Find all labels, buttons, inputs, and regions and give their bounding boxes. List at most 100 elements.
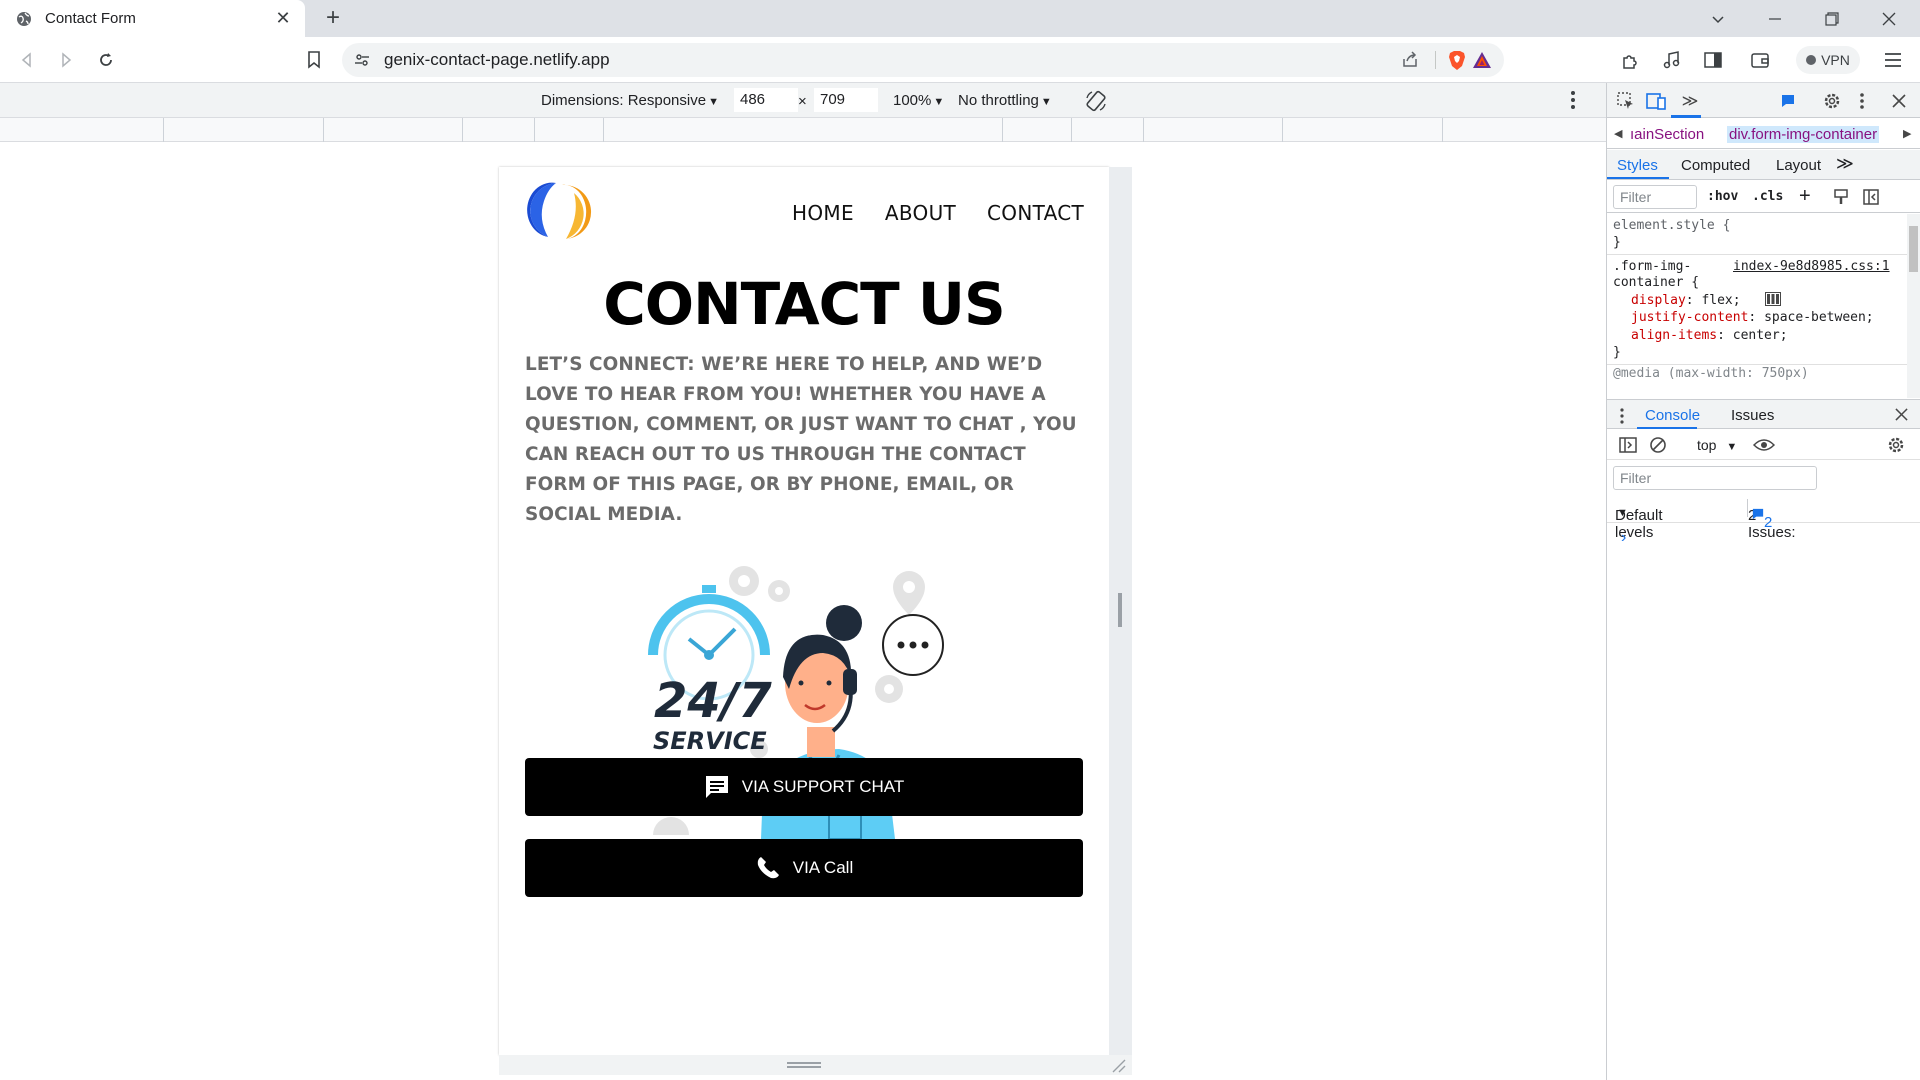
new-tab-button[interactable]: + bbox=[320, 4, 346, 31]
scrollbar-thumb[interactable] bbox=[1909, 226, 1918, 272]
minimize-icon[interactable] bbox=[1747, 0, 1803, 37]
more-tabs-icon[interactable]: ≫ bbox=[1679, 90, 1701, 112]
css-property: display bbox=[1631, 293, 1686, 308]
stylesheet-link[interactable]: index-9e8d8985.css:1 bbox=[1733, 259, 1890, 274]
rule-selector[interactable]: .form-img- bbox=[1613, 259, 1691, 274]
reload-icon[interactable] bbox=[92, 46, 120, 74]
css-value: space-between; bbox=[1764, 310, 1874, 325]
dimensions-dropdown[interactable]: Dimensions: Responsive ▼ bbox=[541, 92, 719, 109]
console-settings-gear-icon[interactable] bbox=[1887, 436, 1905, 454]
restore-icon[interactable] bbox=[1804, 0, 1860, 37]
menu-icon[interactable] bbox=[1882, 49, 1904, 71]
element-style-rule[interactable]: element.style { bbox=[1613, 218, 1730, 233]
close-drawer-icon[interactable] bbox=[1895, 408, 1908, 421]
rule-close-brace: } bbox=[1613, 235, 1621, 250]
viewport-resize-handle[interactable] bbox=[1109, 167, 1132, 1055]
url-text[interactable]: genix-contact-page.netlify.app bbox=[384, 50, 610, 70]
call-button[interactable]: VIA Call bbox=[525, 839, 1083, 897]
forward-icon[interactable] bbox=[52, 46, 80, 74]
ruler-tick bbox=[1143, 118, 1144, 142]
breadcrumb-scroll-left-icon[interactable]: ◀ bbox=[1614, 127, 1622, 140]
service-hours-text: 24/7 bbox=[654, 673, 772, 729]
hov-toggle[interactable]: :hov bbox=[1707, 189, 1738, 204]
brave-shields-icon[interactable] bbox=[1446, 49, 1468, 71]
service-label-text: SERVICE bbox=[653, 727, 767, 755]
issues-badge-icon[interactable] bbox=[1777, 90, 1799, 112]
caret-down-icon: ▼ bbox=[933, 96, 945, 108]
inspect-element-icon[interactable] bbox=[1615, 90, 1637, 112]
styles-scrollbar[interactable] bbox=[1907, 214, 1920, 398]
drawer-more-icon[interactable] bbox=[1619, 408, 1625, 424]
site-settings-icon[interactable] bbox=[354, 52, 370, 68]
ruler-tick bbox=[163, 118, 164, 142]
issue-icon bbox=[1752, 508, 1764, 520]
back-icon[interactable] bbox=[13, 46, 41, 74]
clear-console-icon[interactable] bbox=[1649, 436, 1667, 454]
nav-home[interactable]: HOME bbox=[792, 201, 854, 225]
tab-styles[interactable]: Styles bbox=[1617, 157, 1658, 174]
context-label: top bbox=[1697, 437, 1717, 453]
sidebar-icon[interactable] bbox=[1702, 49, 1724, 71]
more-subtabs-icon[interactable]: ≫ bbox=[1836, 154, 1854, 174]
breadcrumb-item-selected[interactable]: div.form-img-container bbox=[1727, 126, 1880, 143]
console-prompt[interactable]: › bbox=[1621, 529, 1626, 547]
omnibox-divider bbox=[1435, 51, 1436, 69]
paint-icon[interactable] bbox=[1833, 189, 1849, 205]
tab-console[interactable]: Console bbox=[1645, 407, 1700, 424]
toggle-sidebar-icon[interactable] bbox=[1863, 189, 1879, 205]
styles-filter-input[interactable]: Filter bbox=[1613, 185, 1697, 209]
new-rule-icon[interactable]: + bbox=[1799, 185, 1811, 208]
close-window-icon[interactable] bbox=[1861, 0, 1917, 37]
nav-contact[interactable]: CONTACT bbox=[987, 201, 1084, 225]
corner-resize-icon[interactable] bbox=[1110, 1057, 1126, 1073]
device-toggle-icon[interactable] bbox=[1645, 90, 1667, 112]
tab-computed[interactable]: Computed bbox=[1681, 157, 1750, 174]
tab-layout[interactable]: Layout bbox=[1776, 157, 1821, 174]
live-expression-eye-icon[interactable] bbox=[1753, 438, 1775, 452]
console-sidebar-icon[interactable] bbox=[1619, 437, 1637, 453]
vpn-button[interactable]: VPN bbox=[1796, 46, 1860, 74]
devtools-more-icon[interactable] bbox=[1851, 90, 1873, 112]
css-declaration[interactable]: display: flex; bbox=[1631, 293, 1741, 308]
viewport-bottom-resize-handle[interactable] bbox=[499, 1055, 1132, 1075]
site-logo[interactable] bbox=[526, 179, 592, 243]
css-declaration[interactable]: justify-content: space-between; bbox=[1631, 310, 1874, 325]
share-icon[interactable] bbox=[1400, 50, 1420, 70]
device-more-icon[interactable] bbox=[1570, 90, 1576, 114]
resize-grip-icon bbox=[787, 1062, 821, 1068]
rotate-icon[interactable] bbox=[1084, 89, 1108, 117]
tab-search-icon[interactable] bbox=[1690, 0, 1746, 37]
media-query-ruler[interactable] bbox=[0, 118, 1606, 142]
tab-close-icon[interactable]: ✕ bbox=[273, 8, 293, 28]
console-filter-input[interactable]: Filter bbox=[1613, 466, 1817, 490]
bookmark-icon[interactable] bbox=[300, 46, 328, 74]
flexbox-editor-icon[interactable] bbox=[1765, 292, 1781, 306]
extensions-icon[interactable] bbox=[1620, 49, 1642, 71]
close-devtools-icon[interactable] bbox=[1888, 90, 1910, 112]
caret-down-icon: ▼ bbox=[1040, 96, 1052, 108]
zoom-dropdown[interactable]: 100% ▼ bbox=[893, 92, 944, 109]
brave-rewards-icon[interactable] bbox=[1472, 50, 1492, 70]
breadcrumb-item[interactable]: ıainSection bbox=[1630, 126, 1704, 143]
tab-issues[interactable]: Issues bbox=[1731, 407, 1774, 424]
media-icon[interactable] bbox=[1661, 49, 1683, 71]
width-input[interactable]: 486 bbox=[734, 88, 798, 112]
nav-about[interactable]: ABOUT bbox=[885, 201, 956, 225]
wallet-icon[interactable] bbox=[1749, 49, 1771, 71]
rule-selector-continued[interactable]: container { bbox=[1613, 275, 1699, 290]
device-toolbar: Dimensions: Responsive ▼ 486 × 709 100% ▼ … bbox=[0, 83, 1606, 118]
height-input[interactable]: 709 bbox=[814, 88, 878, 112]
browser-tab[interactable]: Contact Form ✕ bbox=[0, 0, 305, 37]
media-query-rule[interactable]: @media (max-width: 750px) bbox=[1613, 366, 1809, 381]
address-bar[interactable]: genix-contact-page.netlify.app bbox=[342, 43, 1504, 77]
throttling-dropdown[interactable]: No throttling ▼ bbox=[958, 92, 1052, 109]
breadcrumb-scroll-right-icon[interactable]: ▶ bbox=[1903, 127, 1911, 140]
cls-toggle[interactable]: .cls bbox=[1752, 189, 1783, 204]
context-selector[interactable]: top ▼ bbox=[1697, 437, 1737, 453]
ruler-tick bbox=[1071, 118, 1072, 142]
support-chat-button[interactable]: VIA SUPPORT CHAT bbox=[525, 758, 1083, 816]
settings-gear-icon[interactable] bbox=[1821, 90, 1843, 112]
css-declaration[interactable]: align-items: center; bbox=[1631, 328, 1788, 343]
ruler-tick bbox=[1442, 118, 1443, 142]
resize-grip-icon bbox=[1118, 593, 1122, 627]
